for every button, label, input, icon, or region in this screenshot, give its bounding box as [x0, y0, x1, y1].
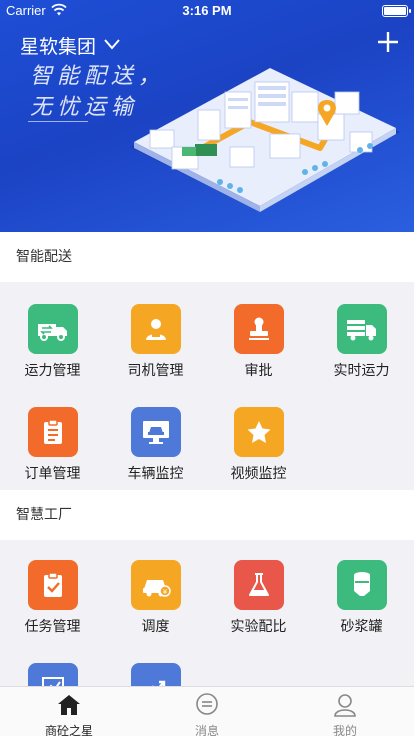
tab-bar: 商砼之星 消息 我的	[0, 686, 414, 736]
star-icon	[233, 407, 284, 457]
truck-cargo-icon	[336, 304, 387, 354]
tank-icon	[336, 560, 387, 610]
tile-mortar-tank[interactable]: 砂浆罐	[310, 560, 413, 636]
home-icon	[58, 695, 80, 715]
tile-label: 订单管理	[24, 466, 81, 482]
section-header-factory: 智慧工厂	[0, 490, 414, 540]
city-logistics-illustration	[130, 68, 400, 212]
tile-label: 车辆监控	[127, 466, 184, 482]
tile-label: 实时运力	[333, 363, 390, 379]
tile-statistics[interactable]	[1, 663, 104, 686]
company-name: 星软集团	[20, 36, 97, 58]
add-icon[interactable]	[376, 30, 400, 54]
tile-label: 司机管理	[127, 363, 184, 379]
tile-capacity-management[interactable]: 运力管理	[1, 304, 104, 380]
grid-factory: 任务管理 ¥ 调度 实验配比 砂浆罐	[0, 540, 414, 686]
tile-vehicle-monitor[interactable]: 车辆监控	[104, 407, 207, 483]
slogan-divider	[28, 121, 88, 122]
tab-label: 消息	[194, 724, 219, 736]
tile-dispatch[interactable]: ¥ 调度	[104, 560, 207, 636]
tile-task-management[interactable]: 任务管理	[1, 560, 104, 636]
tile-approval[interactable]: 审批	[207, 304, 310, 380]
flask-icon	[233, 560, 284, 610]
tile-lab-mix[interactable]: 实验配比	[207, 560, 310, 636]
tab-label: 商砼之星	[44, 724, 93, 736]
status-time: 3:16 PM	[182, 3, 232, 18]
tile-label: 任务管理	[24, 619, 81, 635]
tile-realtime-capacity[interactable]: 实时运力	[310, 304, 413, 380]
car-dispatch-icon: ¥	[130, 560, 181, 610]
tile-label: 砂浆罐	[340, 619, 383, 635]
company-selector[interactable]: 星软集团	[20, 32, 120, 59]
tab-label: 我的	[332, 724, 357, 736]
tab-home[interactable]: 商砼之星	[0, 687, 138, 736]
task-check-icon	[27, 560, 78, 610]
message-icon	[196, 693, 218, 715]
tile-driver-management[interactable]: 司机管理	[104, 304, 207, 380]
tile-trend[interactable]	[104, 663, 207, 686]
profile-icon	[334, 694, 356, 717]
chevron-down-icon	[104, 38, 120, 50]
status-bar: Carrier 3:16 PM	[0, 0, 414, 22]
tile-label: 实验配比	[230, 619, 287, 635]
tile-label: 运力管理	[24, 363, 81, 379]
tile-label: 视频监控	[230, 466, 287, 482]
trend-icon	[130, 663, 181, 686]
tile-label: 调度	[141, 619, 170, 635]
tile-label: 审批	[244, 363, 273, 379]
chart-icon	[27, 663, 78, 686]
section-header-delivery: 智能配送	[0, 232, 414, 282]
tab-messages[interactable]: 消息	[138, 687, 276, 736]
tab-profile[interactable]: 我的	[276, 687, 414, 736]
tile-order-management[interactable]: 订单管理	[1, 407, 104, 483]
stamp-icon	[233, 304, 284, 354]
driver-icon	[130, 304, 181, 354]
battery-icon	[382, 5, 411, 17]
header-banner: Carrier 3:16 PM 星软集团 智能配送， 无忧运输	[0, 0, 414, 232]
car-monitor-icon	[130, 407, 181, 457]
clipboard-icon	[27, 407, 78, 457]
tile-video-monitor[interactable]: 视频监控	[207, 407, 310, 483]
truck-swap-icon	[27, 304, 78, 354]
grid-delivery: 运力管理 司机管理 审批 实时运力 订单管理 车辆监控 视频监控	[0, 282, 414, 494]
svg-text:¥: ¥	[162, 588, 167, 596]
